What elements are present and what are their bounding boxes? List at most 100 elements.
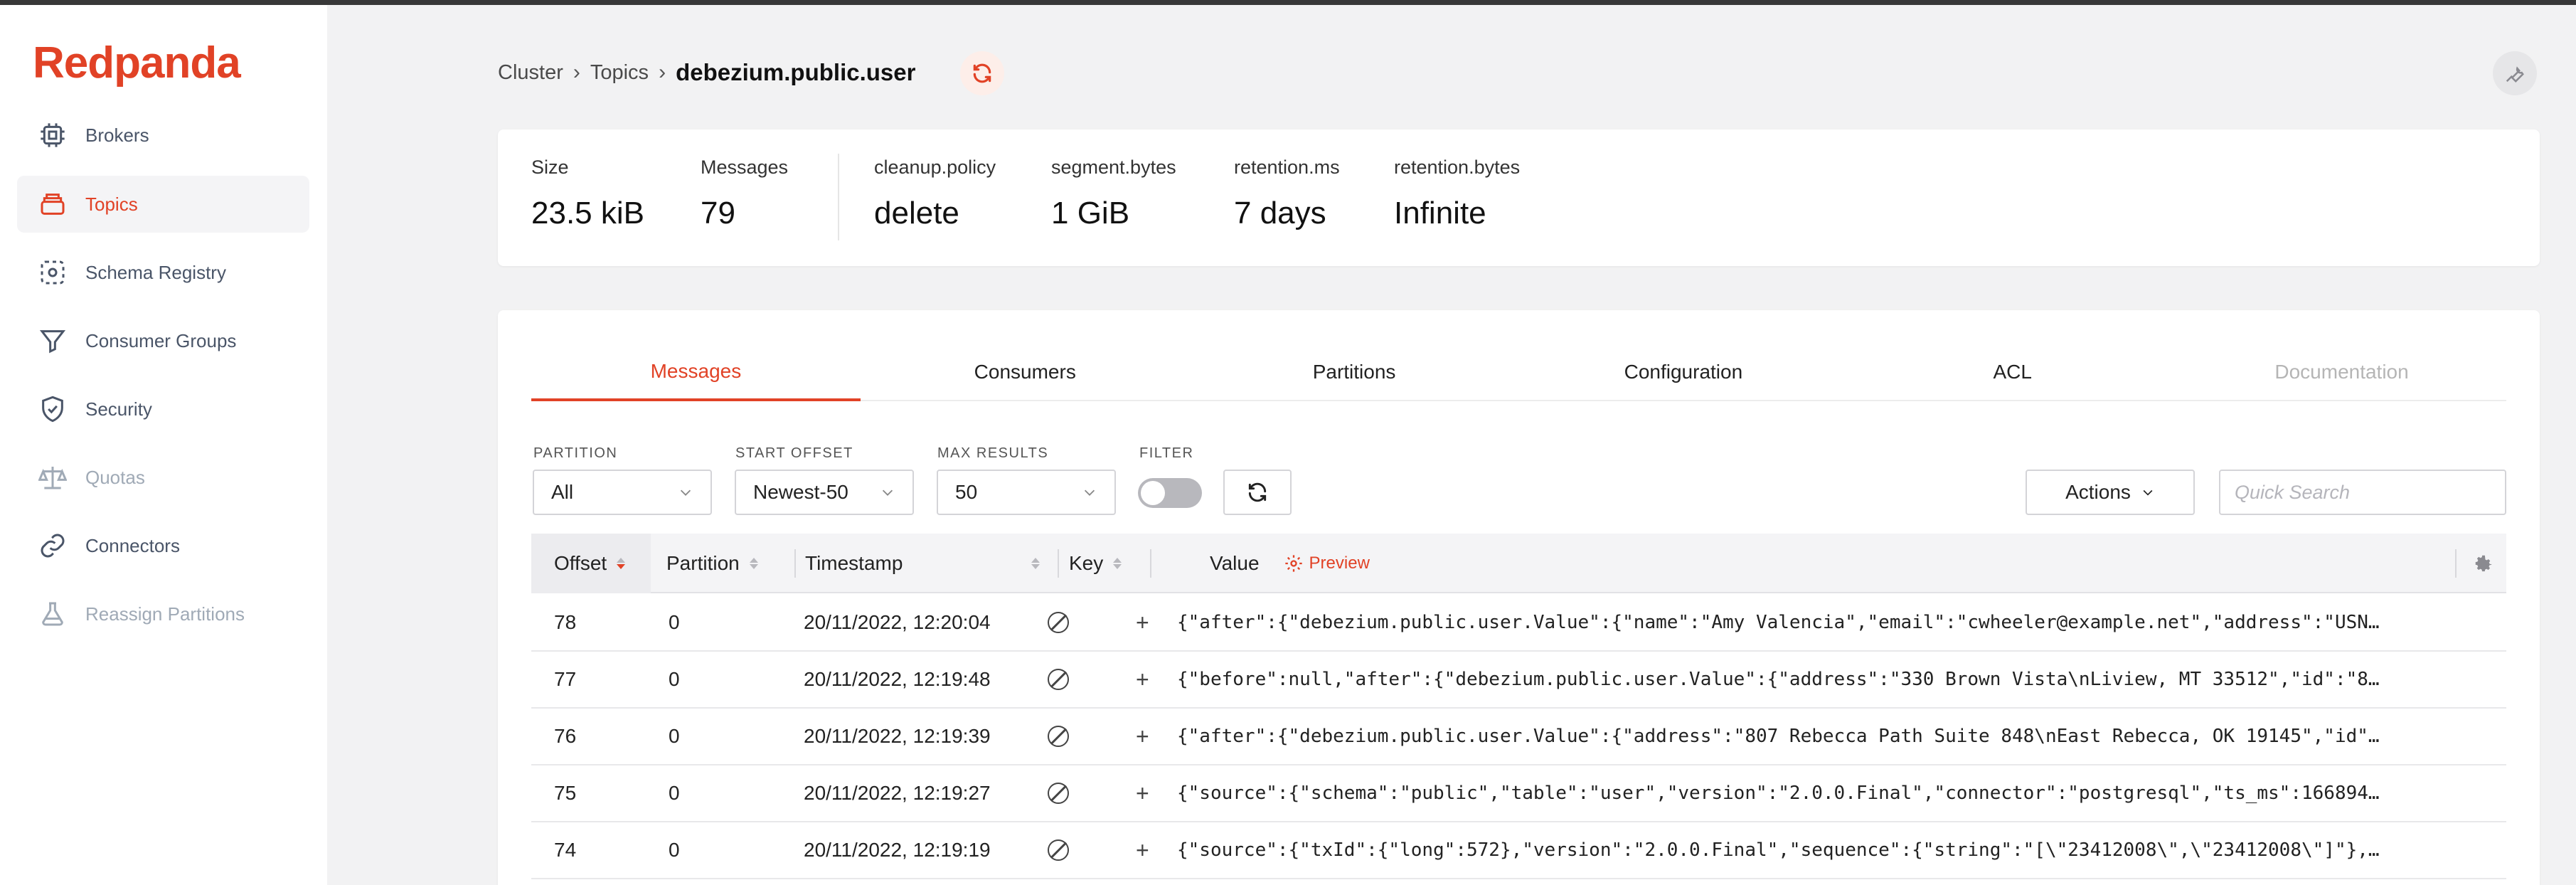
table-row[interactable]: 75 0 20/11/2022, 12:19:27 + {"source":{"… [531, 765, 2506, 822]
cell-partition: 0 [669, 839, 680, 861]
link-icon [36, 529, 70, 563]
brand-logo[interactable]: Redpanda [33, 38, 241, 88]
column-label: Key [1069, 552, 1104, 574]
shield-icon [36, 392, 70, 426]
table-settings-button[interactable] [2460, 534, 2506, 593]
sidebar-item-label: Reassign Partitions [85, 603, 245, 625]
column-divider [794, 549, 796, 578]
preview-label: Preview [1309, 553, 1370, 573]
sidebar-item-label: Consumer Groups [85, 329, 237, 351]
chevron-down-icon [2143, 489, 2153, 496]
column-offset[interactable]: Offset [531, 534, 651, 593]
expand-row-button[interactable]: + [1136, 765, 1149, 821]
column-label: Offset [554, 552, 607, 574]
table-row[interactable]: 74 0 20/11/2022, 12:19:19 + {"source":{"… [531, 822, 2506, 879]
sidebar-item-schema-registry[interactable]: Schema Registry [17, 244, 309, 301]
null-key-icon [1048, 669, 1069, 690]
expand-row-button[interactable]: + [1136, 652, 1149, 707]
table-row[interactable]: 77 0 20/11/2022, 12:19:48 + {"before":nu… [531, 652, 2506, 709]
tab-partitions[interactable]: Partitions [1190, 344, 1519, 400]
refresh-button[interactable] [960, 51, 1004, 95]
flask-icon [36, 597, 70, 631]
sidebar-item-brokers[interactable]: Brokers [17, 107, 309, 164]
max-results-select[interactable]: 50 [937, 470, 1116, 515]
cell-timestamp: 20/11/2022, 12:19:39 [804, 725, 991, 747]
column-label: Timestamp [805, 552, 903, 574]
stat-label: retention.ms [1234, 157, 1340, 178]
topic-stats-card: Size 23.5 kiB Messages 79 cleanup.policy… [498, 129, 2540, 266]
stat-value: Infinite [1394, 196, 1486, 230]
stat-retention-bytes: retention.bytes Infinite [1394, 157, 1520, 231]
start-offset-value: Newest-50 [753, 481, 848, 503]
actions-label: Actions [2065, 481, 2131, 503]
partition-select[interactable]: All [533, 470, 712, 515]
sidebar-item-connectors[interactable]: Connectors [17, 517, 309, 574]
sidebar-item-label: Brokers [85, 124, 149, 146]
cell-offset: 76 [554, 725, 577, 747]
cell-value: {"source":{"txId":{"long":572},"version"… [1177, 839, 2380, 861]
stat-label: retention.bytes [1394, 157, 1521, 178]
cell-partition: 0 [669, 782, 680, 804]
expand-row-button[interactable]: + [1136, 595, 1149, 650]
chip-icon [36, 118, 70, 152]
stack-icon [36, 187, 70, 221]
sidebar-item-label: Quotas [85, 466, 145, 488]
sidebar-item-security[interactable]: Security [17, 381, 309, 438]
stat-label: segment.bytes [1051, 157, 1176, 178]
expand-row-button[interactable]: + [1136, 822, 1149, 878]
stat-segment-bytes: segment.bytes 1 GiB [1051, 157, 1176, 231]
cell-partition: 0 [669, 668, 680, 690]
expand-row-button[interactable]: + [1136, 709, 1149, 764]
start-offset-select[interactable]: Newest-50 [735, 470, 914, 515]
refresh-icon [1248, 482, 1267, 502]
table-row[interactable]: 76 0 20/11/2022, 12:19:39 + {"after":{"d… [531, 709, 2506, 765]
column-timestamp[interactable]: Timestamp [805, 534, 1047, 593]
cell-value: {"after":{"debezium.public.user.Value":{… [1177, 612, 2380, 633]
gear-icon [1284, 555, 1302, 572]
sidebar-item-label: Connectors [85, 534, 180, 556]
sidebar-item-topics[interactable]: Topics [17, 176, 309, 233]
cell-partition: 0 [669, 611, 680, 633]
sidebar-item-quotas: Quotas [17, 449, 309, 506]
cell-partition: 0 [669, 725, 680, 747]
null-key-icon [1048, 726, 1069, 747]
breadcrumb-cluster[interactable]: Cluster [498, 61, 563, 85]
scale-icon [36, 460, 70, 494]
dev-tools-button[interactable] [2493, 51, 2537, 95]
column-divider [1058, 549, 1059, 578]
sidebar-item-consumer-groups[interactable]: Consumer Groups [17, 312, 309, 369]
preview-button[interactable]: Preview [1284, 553, 1370, 573]
column-divider [2455, 549, 2457, 578]
stat-label: cleanup.policy [874, 157, 996, 178]
sort-icon [1031, 558, 1040, 569]
breadcrumb-topics[interactable]: Topics [590, 61, 649, 85]
chevron-right-icon: › [573, 60, 580, 84]
cell-key [1048, 595, 1069, 650]
sidebar-item-reassign-partitions: Reassign Partitions [17, 585, 309, 642]
cell-key [1048, 822, 1069, 878]
cell-offset: 75 [554, 782, 577, 804]
sidebar: Redpanda Brokers Topics Schema Registry … [0, 5, 327, 885]
sidebar-item-label: Topics [85, 193, 138, 215]
tab-configuration[interactable]: Configuration [1518, 344, 1848, 400]
reload-messages-button[interactable] [1223, 470, 1292, 515]
table-row[interactable]: 78 0 20/11/2022, 12:20:04 + {"after":{"d… [531, 595, 2506, 652]
stat-size: Size 23.5 kiB [531, 157, 644, 231]
tab-acl[interactable]: ACL [1848, 344, 2177, 400]
breadcrumb: Cluster › Topics › debezium.public.user [498, 57, 915, 88]
actions-button[interactable]: Actions [2026, 470, 2195, 515]
filter-toggle[interactable] [1138, 478, 1202, 508]
tab-consumers[interactable]: Consumers [861, 344, 1190, 400]
filter-label: FILTER [1139, 445, 1194, 461]
column-partition[interactable]: Partition [666, 534, 784, 593]
column-key[interactable]: Key [1069, 534, 1147, 593]
tab-messages[interactable]: Messages [531, 344, 861, 401]
toggle-knob [1141, 481, 1165, 505]
partition-label: PARTITION [533, 445, 618, 461]
sort-icon [749, 558, 758, 569]
brand-name: Redpanda [33, 38, 241, 88]
quick-search-input[interactable] [2219, 470, 2506, 515]
cell-offset: 74 [554, 839, 577, 861]
chevron-down-icon [1084, 489, 1095, 496]
stat-cleanup-policy: cleanup.policy delete [874, 157, 996, 231]
